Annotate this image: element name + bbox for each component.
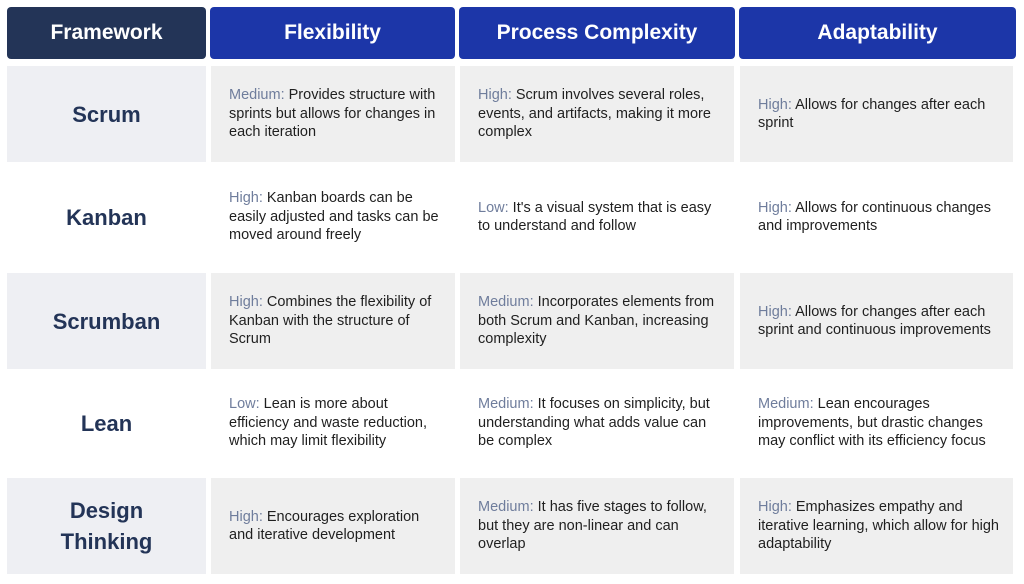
description-text: Allows for changes after each sprint and… — [758, 303, 991, 339]
level-label: Medium: — [478, 499, 534, 516]
flexibility-cell: High: Kanban boards can be easily adjust… — [211, 169, 455, 265]
flexibility-description: High: Encourages exploration and iterati… — [229, 508, 445, 545]
description-text: Scrum involves several roles, events, an… — [478, 87, 711, 141]
level-label: Low: — [478, 199, 509, 216]
flexibility-description: Medium: Provides structure with sprints … — [229, 86, 445, 142]
complexity-cell: Medium: It has five stages to follow, bu… — [460, 478, 734, 574]
level-label: High: — [229, 294, 263, 311]
description-text: Emphasizes empathy and iterative learnin… — [758, 499, 999, 553]
framework-name: Kanban — [7, 169, 206, 265]
level-label: Medium: — [758, 396, 814, 413]
adaptability-description: Medium: Lean encourages improvements, bu… — [758, 395, 1003, 451]
level-label: High: — [758, 303, 792, 320]
complexity-cell: Medium: It focuses on simplicity, but un… — [460, 375, 734, 471]
level-label: High: — [758, 499, 792, 516]
adaptability-cell: High: Allows for changes after each spri… — [740, 66, 1013, 162]
description-text: Allows for continuous changes and improv… — [758, 199, 991, 235]
framework-name: Scrum — [7, 66, 206, 162]
flexibility-description: High: Combines the flexibility of Kanban… — [229, 293, 445, 349]
adaptability-cell: High: Emphasizes empathy and iterative l… — [740, 478, 1013, 574]
framework-name: Lean — [7, 375, 206, 471]
flexibility-cell: Low: Lean is more about efficiency and w… — [211, 375, 455, 471]
level-label: High: — [758, 199, 792, 216]
adaptability-description: High: Allows for changes after each spri… — [758, 303, 1003, 340]
header-process-complexity: Process Complexity — [459, 7, 735, 59]
header-adaptability: Adaptability — [739, 7, 1016, 59]
framework-name: Scrumban — [7, 273, 206, 369]
complexity-description: Low: It's a visual system that is easy t… — [478, 199, 724, 236]
level-label: High: — [478, 87, 512, 104]
header-framework: Framework — [7, 7, 206, 59]
complexity-cell: Low: It's a visual system that is easy t… — [460, 169, 734, 265]
level-label: High: — [229, 190, 263, 207]
level-label: Medium: — [229, 87, 285, 104]
adaptability-cell: High: Allows for changes after each spri… — [740, 273, 1013, 369]
level-label: Medium: — [478, 396, 534, 413]
flexibility-cell: Medium: Provides structure with sprints … — [211, 66, 455, 162]
adaptability-cell: Medium: Lean encourages improvements, bu… — [740, 375, 1013, 471]
flexibility-cell: High: Encourages exploration and iterati… — [211, 478, 455, 574]
complexity-description: Medium: Incorporates elements from both … — [478, 293, 724, 349]
complexity-cell: High: Scrum involves several roles, even… — [460, 66, 734, 162]
adaptability-cell: High: Allows for continuous changes and … — [740, 169, 1013, 265]
level-label: High: — [758, 96, 792, 113]
flexibility-cell: High: Combines the flexibility of Kanban… — [211, 273, 455, 369]
flexibility-description: High: Kanban boards can be easily adjust… — [229, 189, 445, 245]
header-flexibility: Flexibility — [210, 7, 455, 59]
description-text: It's a visual system that is easy to und… — [478, 199, 712, 235]
complexity-cell: Medium: Incorporates elements from both … — [460, 273, 734, 369]
description-text: Lean is more about efficiency and waste … — [229, 396, 428, 450]
level-label: Medium: — [478, 294, 534, 311]
level-label: High: — [229, 508, 263, 525]
level-label: Low: — [229, 396, 260, 413]
flexibility-description: Low: Lean is more about efficiency and w… — [229, 395, 445, 451]
complexity-description: High: Scrum involves several roles, even… — [478, 86, 724, 142]
adaptability-description: High: Emphasizes empathy and iterative l… — [758, 498, 1003, 554]
adaptability-description: High: Allows for continuous changes and … — [758, 199, 1003, 236]
description-text: Allows for changes after each sprint — [758, 96, 986, 132]
framework-name: Design Thinking — [7, 478, 206, 574]
adaptability-description: High: Allows for changes after each spri… — [758, 96, 1003, 133]
complexity-description: Medium: It focuses on simplicity, but un… — [478, 395, 724, 451]
complexity-description: Medium: It has five stages to follow, bu… — [478, 498, 724, 554]
